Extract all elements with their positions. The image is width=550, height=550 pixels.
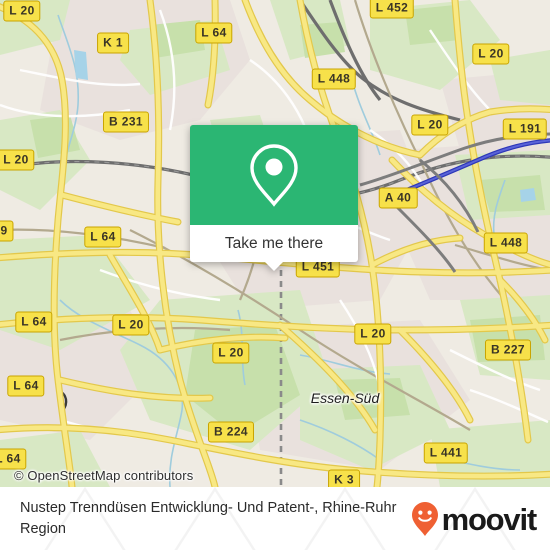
map-pin-icon (250, 144, 298, 207)
road-shield: A 40 (378, 187, 418, 209)
road-shield: L 191 (502, 118, 548, 140)
road-shield: B 231 (102, 111, 150, 133)
road-shield: L 20 (212, 342, 250, 364)
road-shield: L 64 (7, 375, 45, 397)
road-shield: L 452 (369, 0, 415, 19)
road-shield: L 64 (0, 448, 27, 470)
footer-bar: Nustep Trenndüsen Entwicklung- Und Paten… (0, 487, 550, 550)
road-shield: L 20 (354, 323, 392, 345)
road-shield: L 64 (195, 22, 233, 44)
road-shield: L 20 (0, 149, 35, 171)
osm-attribution[interactable]: © OpenStreetMap contributors (14, 468, 193, 483)
road-shield: L 64 (84, 226, 122, 248)
road-shield: L 20 (112, 314, 150, 336)
road-shield: L 64 (15, 311, 53, 333)
place-label: Essen-Süd (310, 390, 380, 406)
road-shield: 9 (0, 220, 14, 242)
page-title: Nustep Trenndüsen Entwicklung- Und Paten… (20, 499, 397, 537)
road-shield: L 441 (423, 442, 469, 464)
road-shield: K 3 (328, 469, 360, 487)
popup-pointer (264, 261, 284, 271)
moovit-wordmark: moovit (441, 502, 538, 537)
road-shield: B 227 (484, 339, 532, 361)
road-shield: L 20 (472, 43, 510, 65)
road-shield: L 448 (483, 232, 529, 254)
map-screenshot: L 20 K 1 L 64 L 452 L 448 L 20 B 231 L 20 L 191 L… (0, 0, 550, 550)
road-shield: B 224 (207, 421, 255, 443)
take-me-there-button[interactable]: Take me there (190, 225, 358, 262)
map-canvas[interactable]: L 20 K 1 L 64 L 452 L 448 L 20 B 231 L 20 L 191 L… (0, 0, 550, 487)
road-shield: L 20 (411, 114, 449, 136)
road-shield: L 20 (3, 0, 41, 22)
moovit-logo[interactable]: moovit (410, 501, 538, 537)
moovit-smiley-pin-icon (411, 501, 438, 536)
road-shield: K 1 (97, 32, 129, 54)
location-popup[interactable]: Take me there (190, 125, 358, 271)
popup-marker-panel (190, 125, 358, 225)
road-shield: L 448 (311, 68, 357, 90)
